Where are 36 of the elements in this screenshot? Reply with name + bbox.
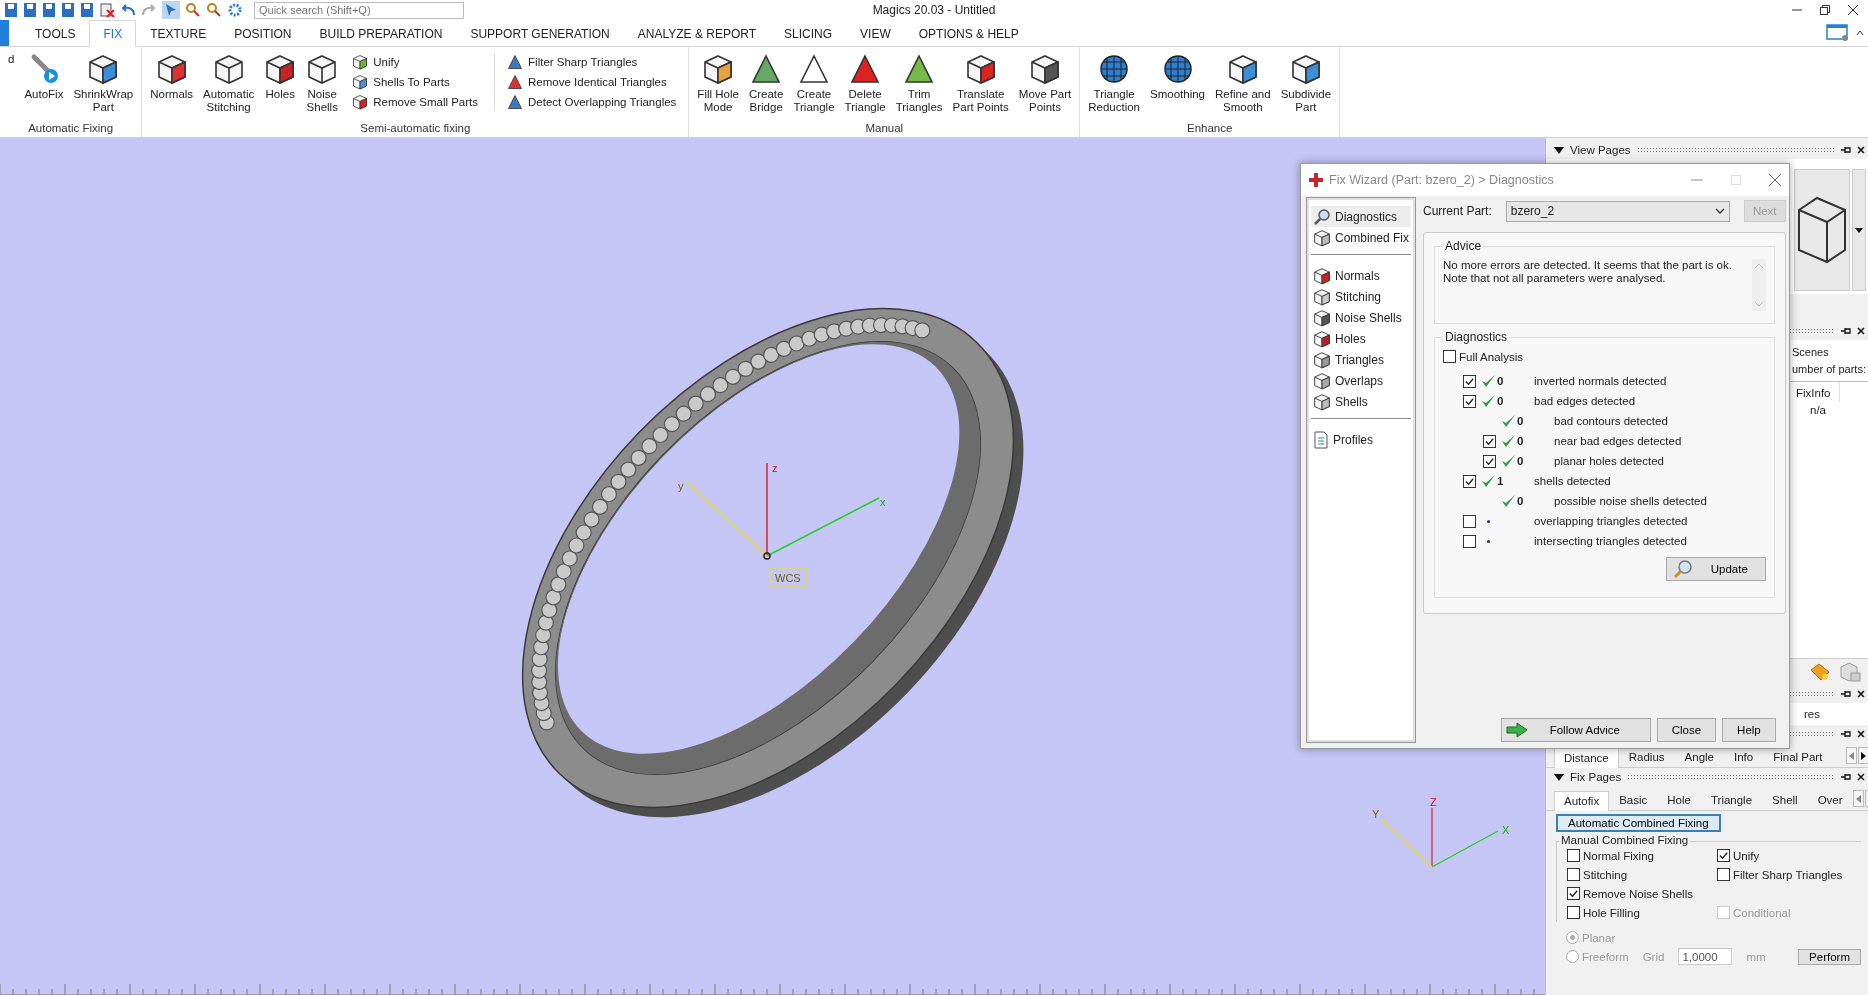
panel-title: Fix Pages xyxy=(1570,771,1622,783)
group-label: Semi-automatic fixing xyxy=(359,122,472,136)
count: 0 xyxy=(1497,375,1504,387)
column-header: FixInfo xyxy=(1794,382,1840,402)
group-title: Advice xyxy=(1444,239,1483,253)
diagnostic-label: possible noise shells detected xyxy=(1554,495,1707,507)
group-title: Manual Combined Fixing xyxy=(1559,834,1691,846)
diagnostic-label: planar holes detected xyxy=(1554,455,1664,467)
axis-label: y xyxy=(678,480,684,492)
group-label: Automatic Fixing xyxy=(27,122,115,136)
current-part-label: Current Part: xyxy=(1423,204,1492,218)
grid-label: Grid xyxy=(1642,950,1665,963)
diagnostic-label: bad contours detected xyxy=(1554,415,1668,427)
group-title: Diagnostics xyxy=(1444,330,1509,344)
group-label: Manual xyxy=(864,122,905,136)
axis-label: Z xyxy=(1430,796,1437,808)
group-label: Enhance xyxy=(1186,122,1234,136)
panel-title: View Pages xyxy=(1570,144,1631,156)
count: 0 xyxy=(1517,435,1524,447)
axis-label: Y xyxy=(1372,808,1380,820)
scenes-label: Scenes xyxy=(1792,345,1830,360)
table-cell-text: n/a xyxy=(1809,403,1826,416)
axis-label: x xyxy=(880,496,886,508)
unit-label: mm xyxy=(1746,950,1766,963)
axis-label: X xyxy=(1502,824,1510,836)
diagnostic-label: near bad edges detected xyxy=(1554,435,1682,447)
window-title: Magics 20.03 - Untitled xyxy=(872,3,996,17)
count: 0 xyxy=(1517,455,1524,467)
count: 0 xyxy=(1497,395,1504,407)
parts-count-label: umber of parts: xyxy=(1792,362,1867,377)
axis-label: z xyxy=(772,462,778,474)
wcs-label: WCS xyxy=(770,568,808,587)
panel-text: res xyxy=(1804,708,1820,720)
count: 0 xyxy=(1517,495,1524,507)
count: 1 xyxy=(1497,475,1504,487)
count: 0 xyxy=(1517,415,1524,427)
